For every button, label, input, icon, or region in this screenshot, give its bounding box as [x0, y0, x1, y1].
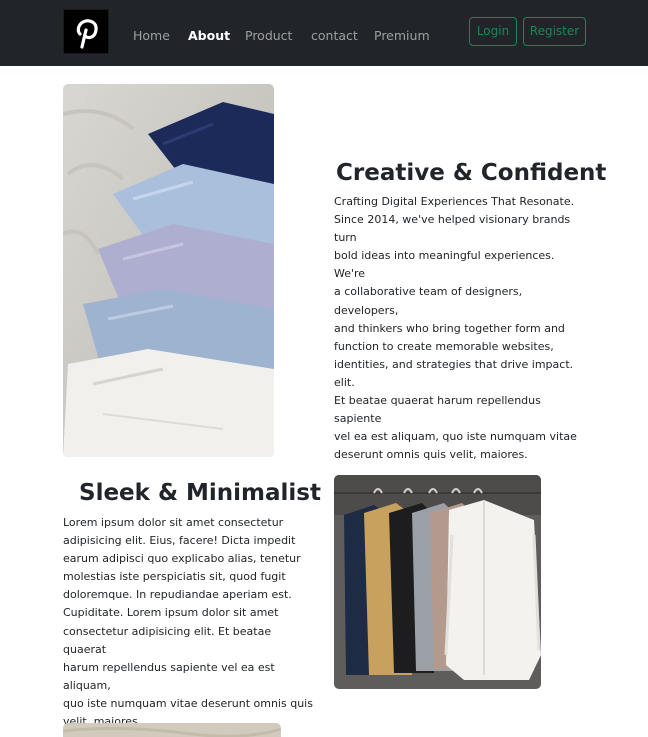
folded-shirts-photo [63, 84, 274, 457]
paragraph-line: Lorem ipsum dolor sit amet consectetur [63, 516, 284, 529]
paragraph-line: and thinkers who bring together form and [334, 321, 565, 335]
paragraph-line: function to create memorable websites, [334, 339, 554, 353]
brand-logo[interactable] [63, 9, 109, 54]
section-heading-creative: Creative & Confident [336, 160, 607, 186]
paragraph-line: earum adipisci quo explicabo alias, tene… [63, 552, 301, 566]
paragraph-line: molestias iste perspiciatis sit, quod fu… [63, 570, 286, 584]
paragraph-line: identities, and strategies that drive im… [334, 357, 574, 389]
nav-link-contact[interactable]: contact [311, 28, 358, 44]
paragraph-line: harum repellendus sapiente vel ea est al… [63, 660, 275, 692]
paragraph-line: deserunt omnis quis velit, maiores. [334, 448, 528, 462]
login-button[interactable]: Login [469, 17, 517, 46]
paragraph-line: Et beatae quaerat harum repellendus sapi… [334, 394, 541, 426]
paragraph-line: Since 2014, we've helped visionary brand… [334, 213, 571, 245]
paragraph-line: vel ea est aliquam, quo iste numquam vit… [334, 430, 577, 444]
section-three-photo [63, 723, 281, 737]
section-paragraph-creative: Crafting Digital Experiences That Resona… [334, 193, 584, 464]
top-navbar: Home About Product contact Premium Login… [0, 0, 648, 66]
paragraph-line: Crafting Digital Experiences That Resona… [334, 195, 575, 208]
nav-link-home[interactable]: Home [133, 28, 170, 44]
paragraph-line: quo iste numquam vitae deserunt omnis qu… [63, 696, 313, 710]
paragraph-line: a collaborative team of designers, devel… [334, 285, 523, 317]
paragraph-line: doloremque. In repudiandae aperiam est. [63, 588, 292, 602]
nav-link-about[interactable]: About [188, 28, 230, 44]
nav-link-premium[interactable]: Premium [374, 28, 430, 44]
hanging-shirts-photo [334, 475, 541, 689]
nav-link-product[interactable]: Product [245, 28, 292, 44]
paragraph-line: bold ideas into meaningful experiences. … [334, 249, 555, 281]
paragraph-line: Cupiditate. Lorem ipsum dolor sit amet [63, 606, 279, 620]
section-paragraph-sleek: Lorem ipsum dolor sit amet consectetur a… [63, 514, 313, 731]
section-heading-sleek: Sleek & Minimalist [79, 480, 321, 506]
pinterest-logo-icon [76, 19, 98, 49]
register-button[interactable]: Register [523, 17, 586, 46]
paragraph-line: consectetur adipisicing elit. Et beatae … [63, 624, 272, 656]
paragraph-line: adipisicing elit. Eius, facere! Dicta im… [63, 534, 296, 548]
